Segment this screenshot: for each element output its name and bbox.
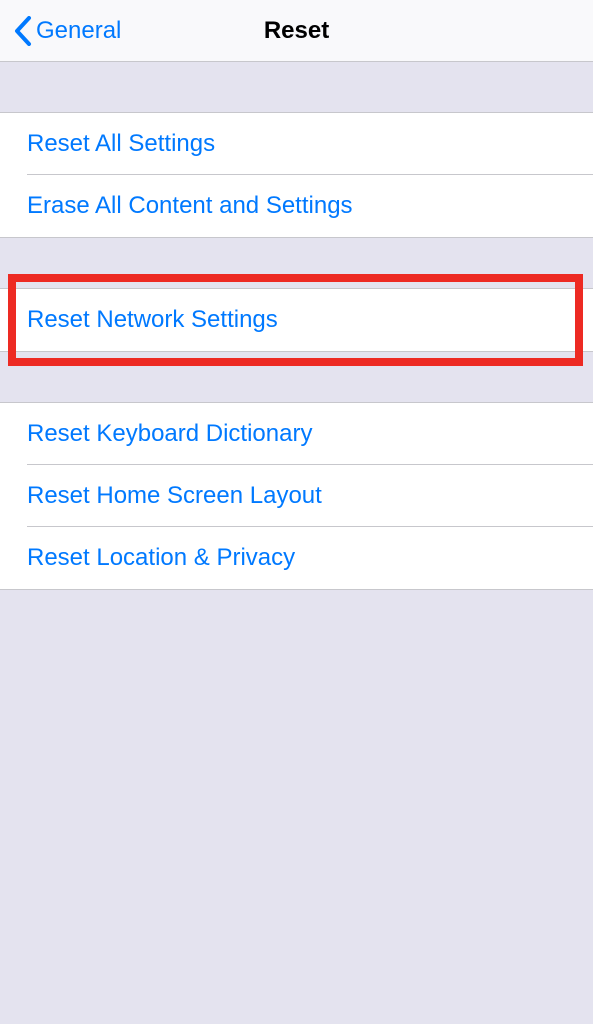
group-spacer bbox=[0, 238, 593, 288]
navigation-bar: General Reset bbox=[0, 0, 593, 62]
reset-location-privacy-row[interactable]: Reset Location & Privacy bbox=[0, 527, 593, 589]
group-spacer bbox=[0, 352, 593, 402]
reset-keyboard-dictionary-row[interactable]: Reset Keyboard Dictionary bbox=[0, 403, 593, 465]
row-label: Reset Keyboard Dictionary bbox=[27, 420, 312, 448]
row-label: Erase All Content and Settings bbox=[27, 192, 353, 220]
settings-group: Reset Keyboard Dictionary Reset Home Scr… bbox=[0, 402, 593, 590]
erase-all-content-row[interactable]: Erase All Content and Settings bbox=[0, 175, 593, 237]
row-label: Reset Location & Privacy bbox=[27, 544, 295, 572]
reset-all-settings-row[interactable]: Reset All Settings bbox=[0, 113, 593, 175]
settings-group: Reset All Settings Erase All Content and… bbox=[0, 112, 593, 238]
highlighted-group-wrap: Reset Network Settings bbox=[0, 288, 593, 352]
reset-home-screen-layout-row[interactable]: Reset Home Screen Layout bbox=[0, 465, 593, 527]
reset-network-settings-row[interactable]: Reset Network Settings bbox=[0, 289, 593, 351]
back-button[interactable]: General bbox=[0, 16, 121, 46]
row-label: Reset Network Settings bbox=[27, 306, 278, 334]
row-label: Reset All Settings bbox=[27, 130, 215, 158]
chevron-left-icon bbox=[14, 16, 32, 46]
back-label: General bbox=[36, 17, 121, 45]
row-label: Reset Home Screen Layout bbox=[27, 482, 322, 510]
settings-group: Reset Network Settings bbox=[0, 288, 593, 352]
group-spacer bbox=[0, 62, 593, 112]
